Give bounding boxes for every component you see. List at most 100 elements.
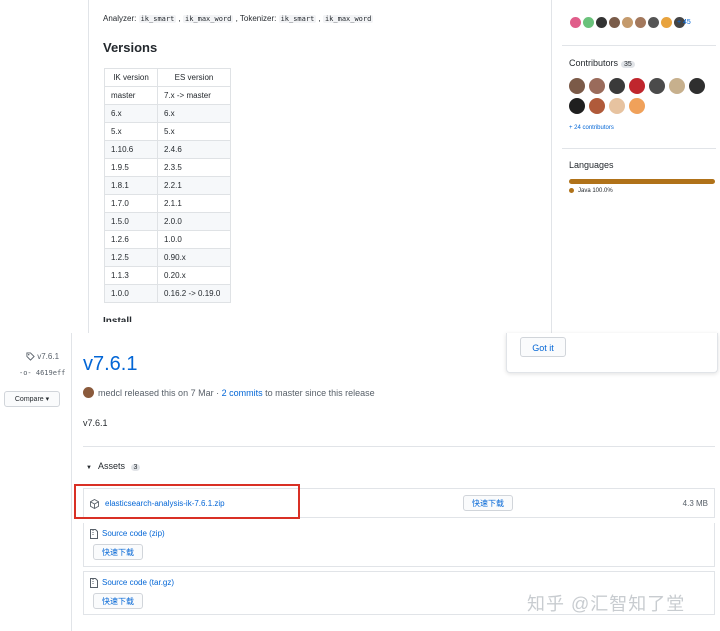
commit-sha: 4619eff xyxy=(35,369,66,377)
avatar[interactable] xyxy=(660,16,673,29)
versions-heading: Versions xyxy=(103,40,158,55)
table-cell: 1.10.6 xyxy=(104,140,158,159)
got-it-button[interactable]: Got it xyxy=(520,337,566,357)
fast-download-button[interactable]: 快速下载 xyxy=(93,593,143,609)
table-cell: 5.x xyxy=(157,122,231,141)
fast-download-button[interactable]: 快速下载 xyxy=(93,544,143,560)
commits-link[interactable]: 2 commits xyxy=(222,388,263,398)
highlight-box xyxy=(74,484,300,519)
contributors-label[interactable]: Contributors xyxy=(569,58,618,68)
file-zip-icon xyxy=(90,529,98,539)
avatar[interactable] xyxy=(629,98,645,114)
table-cell: 2.0.0 xyxy=(157,212,231,231)
avatar[interactable] xyxy=(582,16,595,29)
readme-left-border xyxy=(88,0,89,333)
avatar[interactable] xyxy=(669,78,685,94)
install-heading: Install xyxy=(103,316,132,322)
released-text: released this on 7 Mar · xyxy=(124,387,220,398)
avatar[interactable] xyxy=(647,16,660,29)
table-cell: 0.16.2 -> 0.19.0 xyxy=(157,284,231,303)
language-bar xyxy=(569,179,715,184)
avatar[interactable] xyxy=(689,78,705,94)
assets-label: Assets xyxy=(97,461,125,471)
release-title[interactable]: v7.6.1 xyxy=(83,353,137,376)
avatar[interactable] xyxy=(589,78,605,94)
avatar[interactable] xyxy=(621,16,634,29)
file-zip-icon xyxy=(90,578,98,588)
asset-row: Source code (zip) 快速下载 xyxy=(83,523,715,567)
divider xyxy=(562,148,716,149)
analyzer-label: Analyzer: xyxy=(103,14,137,23)
avatar[interactable] xyxy=(595,16,608,29)
asset-size: 4.3 MB xyxy=(682,499,708,508)
commit-icon: -o- xyxy=(19,369,32,377)
table-row: 1.7.0 2.1.1 xyxy=(104,194,231,213)
tokenizer-code: ik_smart xyxy=(278,15,317,23)
more-contributors-link[interactable]: + 24 contributors xyxy=(569,125,614,131)
table-row: 1.2.5 0.90.x xyxy=(104,248,231,267)
avatar[interactable] xyxy=(609,98,625,114)
table-cell: 5.x xyxy=(104,122,158,141)
avatar[interactable] xyxy=(569,98,585,114)
watermark: 知乎 @汇智知了堂 xyxy=(527,594,686,614)
fast-download-button[interactable]: 快速下载 xyxy=(463,495,513,511)
table-cell: 1.2.5 xyxy=(104,248,158,267)
table-cell: 1.0.0 xyxy=(104,284,158,303)
divider xyxy=(83,446,715,447)
table-row: 1.5.0 2.0.0 xyxy=(104,212,231,231)
table-row: 1.8.1 2.2.1 xyxy=(104,176,231,195)
stargazer-avatars[interactable] xyxy=(569,16,686,29)
avatar[interactable] xyxy=(569,78,585,94)
author-name[interactable]: medcl xyxy=(98,388,122,398)
table-row: 1.10.6 2.4.6 xyxy=(104,140,231,159)
since-text: to master since this release xyxy=(265,387,375,398)
compare-button[interactable]: Compare ▾ xyxy=(4,391,60,407)
release-meta: medcl released this on 7 Mar · 2 commits… xyxy=(83,387,375,398)
contributors-heading[interactable]: Contributors 35 xyxy=(569,58,635,68)
table-cell: 1.0.0 xyxy=(157,230,231,249)
table-cell: 0.90.x xyxy=(157,248,231,267)
divider xyxy=(562,45,716,46)
language-item[interactable]: Java 100.0% xyxy=(569,188,613,194)
table-cell: 2.3.5 xyxy=(157,158,231,177)
table-cell: 1.2.6 xyxy=(104,230,158,249)
author-avatar[interactable] xyxy=(83,387,94,398)
table-header-cell: ES version xyxy=(157,68,231,87)
table-cell: 7.x -> master xyxy=(157,86,231,105)
table-cell: master xyxy=(104,86,158,105)
table-row: 1.0.0 0.16.2 -> 0.19.0 xyxy=(104,284,231,303)
table-cell: 1.5.0 xyxy=(104,212,158,231)
avatar[interactable] xyxy=(629,78,645,94)
assets-toggle[interactable]: ▼ Assets 3 xyxy=(86,461,141,471)
caret-down-icon: ▼ xyxy=(86,465,92,471)
tokenizer-code: ik_max_word xyxy=(322,15,374,23)
asset-link[interactable]: Source code (zip) xyxy=(102,529,165,538)
avatar[interactable] xyxy=(649,78,665,94)
versions-table: IK version ES version master 7.x -> maste… xyxy=(104,68,231,303)
release-notes: v7.6.1 xyxy=(83,418,108,428)
language-label: Java 100.0% xyxy=(578,188,613,195)
avatar[interactable] xyxy=(608,16,621,29)
table-cell: 2.2.1 xyxy=(157,176,231,195)
contributors-avatars xyxy=(569,78,719,114)
analyzer-code: ik_max_word xyxy=(182,15,234,23)
avatar[interactable] xyxy=(569,16,582,29)
table-cell: 1.9.5 xyxy=(104,158,158,177)
avatar[interactable] xyxy=(589,98,605,114)
more-stargazers-link[interactable]: + 45 xyxy=(677,19,691,26)
table-cell: 0.20.x xyxy=(157,266,231,285)
table-row: 1.1.3 0.20.x xyxy=(104,266,231,285)
release-divider xyxy=(71,333,72,631)
table-cell: 1.7.0 xyxy=(104,194,158,213)
readme-right-border xyxy=(551,0,552,333)
table-header-row: IK version ES version xyxy=(104,68,231,87)
release-commit[interactable]: -o- 4619eff xyxy=(19,369,65,377)
avatar[interactable] xyxy=(634,16,647,29)
table-row: 6.x 6.x xyxy=(104,104,231,123)
analyzer-line: Analyzer: ik_smart , ik_max_word , Token… xyxy=(103,14,374,23)
release-tag[interactable]: v7.6.1 xyxy=(26,352,59,362)
table-cell: 6.x xyxy=(157,104,231,123)
asset-link[interactable]: Source code (tar.gz) xyxy=(102,578,174,587)
avatar[interactable] xyxy=(609,78,625,94)
table-row: master 7.x -> master xyxy=(104,86,231,105)
